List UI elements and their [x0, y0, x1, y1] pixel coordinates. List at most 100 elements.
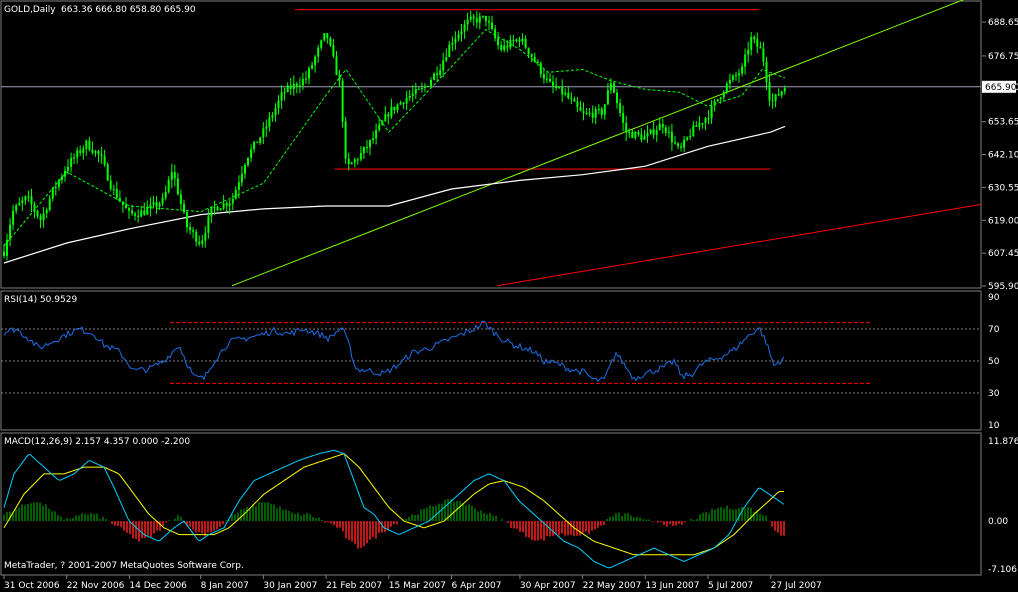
time-tick-label: 22 Nov 2006: [67, 581, 125, 591]
price-tick-label: 630.55: [988, 183, 1018, 193]
candle-body: [301, 78, 304, 86]
candle-body: [158, 203, 161, 207]
candle-body: [524, 38, 527, 48]
main-price-panel[interactable]: GOLD,Daily 663.36 666.80 658.80 665.90: [0, 0, 982, 289]
candle-body: [295, 83, 298, 87]
rsi-tick-label: 30: [988, 389, 1000, 399]
candle-body: [722, 92, 725, 98]
candle-body: [222, 203, 225, 209]
candle-body: [478, 16, 481, 23]
trading-chart[interactable]: GOLD,Daily 663.36 666.80 658.80 665.90 R…: [0, 0, 1018, 592]
candle-body: [506, 45, 509, 48]
candle-body: [606, 90, 609, 105]
candle-body: [179, 194, 182, 204]
candle-body: [728, 79, 731, 84]
time-tick-label: 22 May 2007: [583, 581, 642, 591]
candle-body: [189, 227, 192, 231]
time-tick-label: 13 Jun 2007: [645, 581, 699, 591]
candle-body: [292, 83, 295, 89]
candle-body: [707, 118, 710, 120]
candle-body: [457, 34, 460, 39]
candle-body: [585, 112, 588, 114]
candle-body: [332, 45, 335, 57]
candle-body: [186, 212, 188, 228]
candle-body: [283, 92, 286, 93]
candle-body: [594, 109, 597, 118]
candle-body: [289, 85, 292, 89]
candle-body: [454, 38, 457, 43]
candle-body: [430, 80, 432, 86]
candle-body: [670, 132, 673, 143]
candle-body: [381, 121, 384, 125]
time-tick-label: 27 Jul 2007: [771, 581, 822, 591]
candle-body: [115, 189, 118, 198]
candle-body: [570, 97, 573, 100]
candle-body: [216, 207, 219, 211]
candle-body: [6, 239, 8, 256]
macd-panel[interactable]: MACD(12,26,9) 2.157 4.357 0.000 -2.200 M…: [0, 432, 982, 576]
candle-body: [237, 182, 240, 190]
candle-body: [170, 172, 173, 180]
candle-body: [677, 143, 679, 147]
macd-panel-frame: [0, 432, 982, 576]
candle-body: [686, 137, 689, 140]
candle-body: [625, 123, 628, 133]
time-tick-label: 14 Dec 2006: [129, 581, 187, 591]
candle-body: [411, 93, 414, 96]
trend-line-line: [231, 0, 964, 287]
candle-body: [414, 89, 417, 94]
candle-body: [576, 101, 579, 107]
candle-body: [256, 141, 259, 143]
candle-body: [488, 21, 490, 23]
rsi-panel[interactable]: RSI(14) 50.9529: [0, 290, 982, 431]
candle-body: [9, 224, 12, 240]
candle-body: [545, 78, 548, 80]
candle-body: [683, 139, 686, 148]
candle-body: [164, 191, 167, 198]
candle-body: [408, 95, 411, 98]
candle-body: [558, 86, 561, 89]
candle-body: [771, 100, 774, 102]
candle-body: [97, 151, 100, 155]
candle-body: [731, 75, 734, 80]
candle-body: [253, 141, 256, 150]
candle-body: [655, 130, 658, 135]
time-tick-label: 8 Jan 2007: [201, 581, 249, 591]
price-axes: 688.65 676.75 665.90 653.65 642.10 630.55 619.…: [982, 18, 1018, 575]
candle-body: [710, 105, 713, 119]
candle-body: [146, 208, 149, 215]
candle-body: [744, 54, 747, 67]
candle-body: [756, 39, 759, 47]
rsi-line: [3, 320, 785, 383]
candle-body: [305, 78, 307, 80]
candle-body: [701, 123, 704, 124]
candle-body: [265, 126, 268, 129]
candle-body: [280, 92, 283, 101]
candle-body: [201, 240, 204, 244]
candle-body: [48, 198, 51, 210]
candle-body: [73, 157, 76, 159]
candle-body: [539, 63, 542, 75]
candle-body: [667, 132, 670, 133]
candle-body: [750, 36, 753, 50]
candle-body: [240, 173, 243, 183]
candle-body: [27, 196, 30, 198]
candle-body: [591, 112, 594, 118]
candle-body: [643, 136, 646, 140]
candle-body: [725, 83, 728, 92]
time-tick-label: 6 Apr 2007: [452, 581, 502, 591]
rsi-label: RSI(14) 50.9529: [4, 295, 77, 305]
candle-body: [140, 210, 143, 217]
lower-channel-line: [497, 203, 982, 287]
candle-body: [649, 129, 652, 134]
candle-body: [527, 47, 530, 55]
candle-body: [85, 140, 88, 149]
candle-body: [567, 92, 570, 98]
candle-body: [149, 204, 152, 208]
candle-body: [509, 39, 512, 48]
candle-body: [564, 92, 567, 95]
candle-body: [616, 92, 618, 104]
candle-body: [94, 151, 97, 153]
candle-body: [36, 210, 39, 217]
candle-body: [314, 56, 317, 66]
